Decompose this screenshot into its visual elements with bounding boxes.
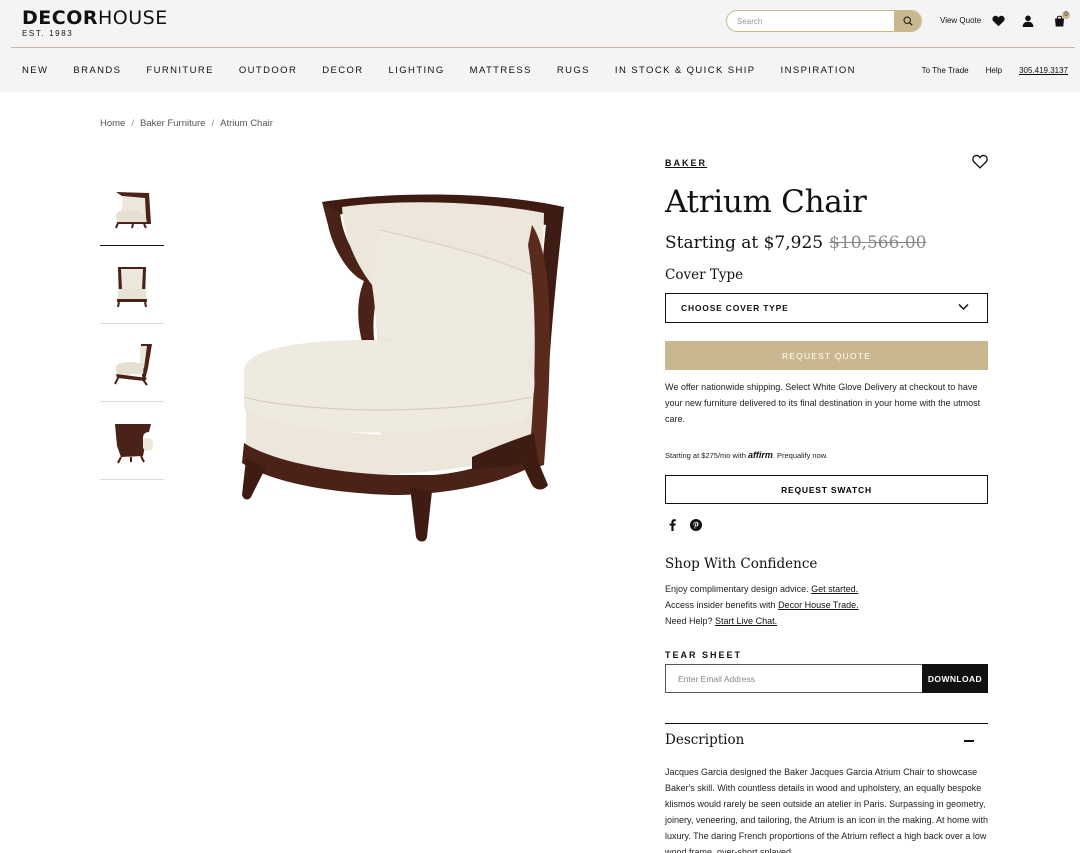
thumbnail-4[interactable] <box>100 402 164 480</box>
thumbnail-2[interactable] <box>100 246 164 324</box>
nav-item-lighting[interactable]: LIGHTING <box>389 65 445 76</box>
price-original: $10,566.00 <box>829 233 927 253</box>
search-input[interactable] <box>727 11 895 31</box>
nav-item-decor[interactable]: DECOR <box>322 65 363 76</box>
confidence-text: Enjoy complimentary design advice. <box>665 584 812 594</box>
heart-icon <box>991 15 1005 27</box>
nav-item-outdoor[interactable]: OUTDOOR <box>239 65 297 76</box>
header-divider <box>11 47 1075 48</box>
breadcrumb-separator: / <box>131 118 134 129</box>
phone-link[interactable]: 305.419.3137 <box>1019 66 1068 75</box>
description-toggle[interactable]: Description <box>665 731 988 751</box>
nav-item-rugs[interactable]: RUGS <box>557 65 590 76</box>
chair-thumbnail-side <box>114 343 152 386</box>
search-icon <box>902 16 913 26</box>
cover-type-select[interactable]: CHOOSE COVER TYPE <box>665 293 988 323</box>
product-price: Starting at $7,925 $10,566.00 <box>665 233 926 253</box>
chair-thumbnail-back <box>115 423 154 463</box>
confidence-item: Enjoy complimentary design advice. Get s… <box>665 581 859 597</box>
request-swatch-button[interactable]: REQUEST SWATCH <box>665 475 988 504</box>
cover-type-select-value: CHOOSE COVER TYPE <box>681 303 789 313</box>
add-to-wishlist-button[interactable] <box>972 154 988 170</box>
nav-item-brands[interactable]: BRANDS <box>73 65 121 76</box>
nav-item-in-stock[interactable]: IN STOCK & QUICK SHIP <box>615 65 756 76</box>
heart-outline-icon <box>972 154 988 169</box>
thumbnail-1[interactable] <box>100 168 164 246</box>
shipping-info-text: We offer nationwide shipping. Select Whi… <box>665 382 981 424</box>
collapse-minus-icon <box>964 740 974 742</box>
breadcrumb-home[interactable]: Home <box>100 118 125 129</box>
description-heading: Description <box>665 732 745 748</box>
chair-thumbnail-front-angle <box>115 191 151 228</box>
live-chat-link[interactable]: Start Live Chat. <box>715 616 777 626</box>
affirm-prequalify-link[interactable]: . Prequalify now. <box>773 451 828 460</box>
nav-item-furniture[interactable]: FURNITURE <box>146 65 214 76</box>
user-icon <box>1022 15 1034 27</box>
breadcrumb-current[interactable]: Atrium Chair <box>220 118 273 129</box>
cart-count-badge: 0 <box>1062 11 1070 19</box>
confidence-text: Need Help? <box>665 616 716 626</box>
logo-bold: DECOR <box>22 7 98 29</box>
logo-light: HOUSE <box>97 7 168 29</box>
social-share <box>665 518 713 532</box>
thumbnail-3[interactable] <box>100 324 164 402</box>
main-nav: NEW BRANDS FURNITURE OUTDOOR DECOR LIGHT… <box>22 65 881 76</box>
nav-item-mattress[interactable]: MATTRESS <box>470 65 532 76</box>
decor-house-trade-link[interactable]: Decor House Trade. <box>778 600 859 610</box>
affirm-financing-text: Starting at $275/mo with affirm. Prequal… <box>665 450 828 460</box>
cart-button[interactable]: 0 <box>1051 11 1070 29</box>
facebook-share-button[interactable] <box>665 518 679 532</box>
to-the-trade-link[interactable]: To The Trade <box>922 66 969 75</box>
site-header: DECORHOUSE EST. 1983 View Quote 0 NEW BR… <box>0 0 1080 92</box>
search-bar <box>726 10 922 32</box>
breadcrumb: Home / Baker Furniture / Atrium Chair <box>100 118 273 129</box>
help-link[interactable]: Help <box>986 66 1002 75</box>
download-button[interactable]: DOWNLOAD <box>922 664 988 693</box>
chair-thumbnail-front <box>117 266 147 307</box>
tear-sheet-email-input[interactable] <box>665 664 922 693</box>
breadcrumb-baker-furniture[interactable]: Baker Furniture <box>140 118 205 129</box>
shop-with-confidence-heading: Shop With Confidence <box>665 556 818 572</box>
affirm-logo: affirm <box>747 450 773 460</box>
nav-item-new[interactable]: NEW <box>22 65 48 76</box>
description-divider <box>665 723 988 724</box>
search-button[interactable] <box>894 11 921 31</box>
cover-type-label: Cover Type <box>665 267 744 283</box>
get-started-link[interactable]: Get started. <box>811 584 858 594</box>
thumbnail-list <box>100 168 164 480</box>
view-quote-link[interactable]: View Quote <box>940 16 981 25</box>
facebook-icon <box>669 519 676 531</box>
affirm-prefix: Starting at $275/mo with <box>665 451 746 460</box>
description-text: Jacques Garcia designed the Baker Jacque… <box>665 767 989 853</box>
site-logo[interactable]: DECORHOUSE EST. 1983 <box>22 8 168 38</box>
product-title: Atrium Chair <box>665 184 867 220</box>
breadcrumb-separator: / <box>211 118 215 129</box>
product-main-image[interactable] <box>232 185 572 550</box>
product-brand-link[interactable]: BAKER <box>665 158 707 168</box>
pinterest-icon <box>690 519 702 531</box>
confidence-item: Access insider benefits with Decor House… <box>665 597 859 613</box>
chevron-down-icon <box>958 303 969 311</box>
account-button[interactable] <box>1020 13 1036 29</box>
utility-links: To The Trade Help 305.419.3137 <box>905 66 1068 75</box>
confidence-text: Access insider benefits with <box>665 600 779 610</box>
request-quote-button[interactable]: REQUEST QUOTE <box>665 341 988 370</box>
confidence-list: Enjoy complimentary design advice. Get s… <box>665 581 859 629</box>
confidence-item: Need Help? Start Live Chat. <box>665 613 859 629</box>
chair-main-image <box>242 194 564 542</box>
wishlist-button[interactable] <box>990 13 1006 29</box>
nav-item-inspiration[interactable]: INSPIRATION <box>781 65 856 76</box>
logo-est: EST. 1983 <box>22 29 74 38</box>
pinterest-share-button[interactable] <box>689 518 703 532</box>
price-current: Starting at $7,925 <box>665 233 824 253</box>
tear-sheet-form: DOWNLOAD <box>665 664 988 693</box>
tear-sheet-heading: TEAR SHEET <box>665 650 743 660</box>
